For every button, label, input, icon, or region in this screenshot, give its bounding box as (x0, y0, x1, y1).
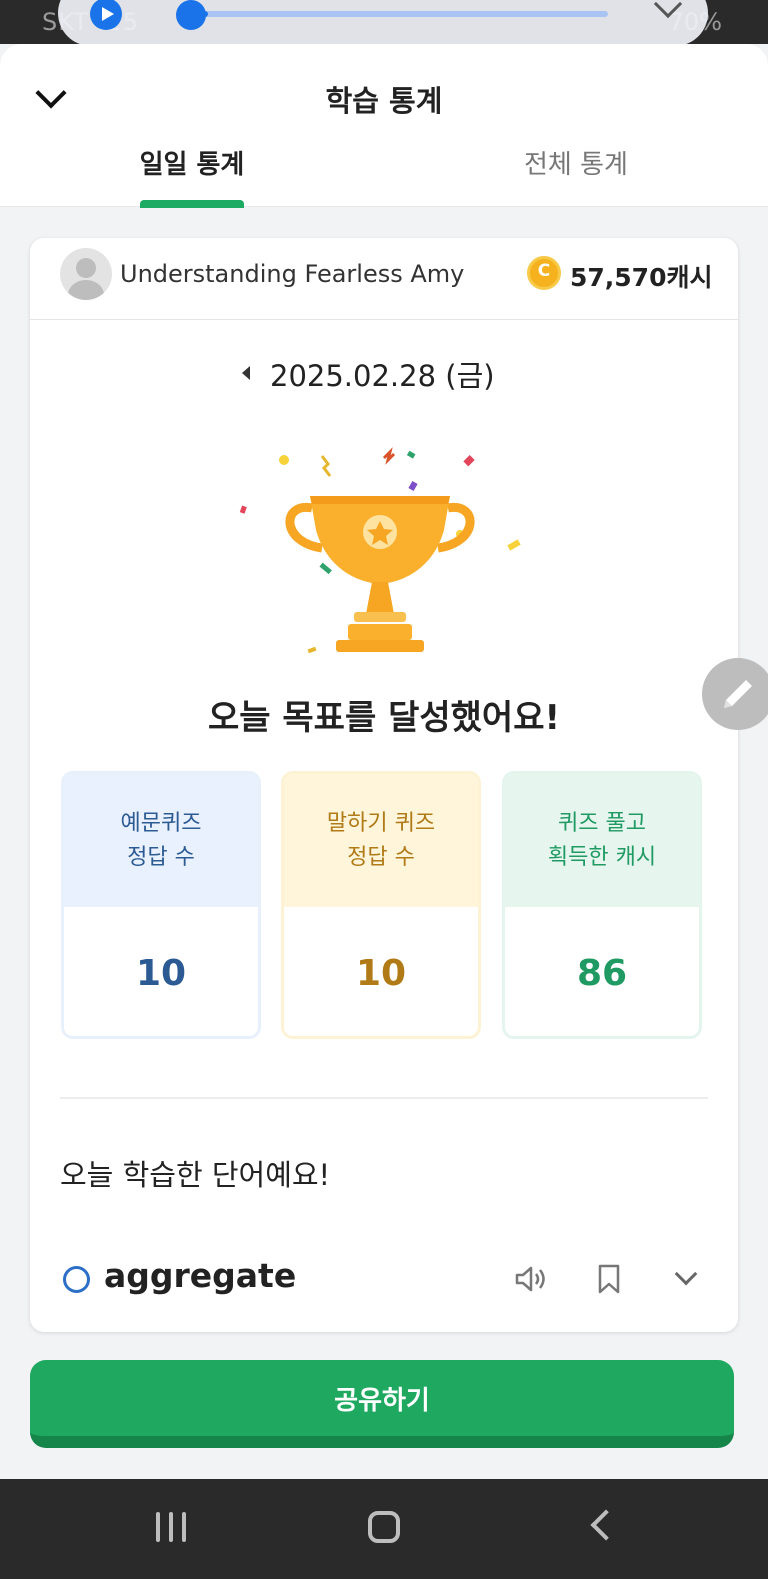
stat-label-line: 획득한 캐시 (547, 844, 657, 870)
expand-chevron-icon[interactable] (674, 1262, 698, 1286)
stat-value: 10 (135, 952, 187, 994)
daily-stats-card: Understanding Fearless Amy 57,570캐시 2025… (30, 238, 738, 1332)
media-progress-thumb[interactable] (176, 0, 206, 30)
word-list-item[interactable]: aggregate (30, 1248, 738, 1310)
page-title: 학습 통계 (325, 84, 443, 118)
tab-total-stats[interactable]: 전체 통계 (476, 144, 676, 181)
trophy-icon (239, 447, 521, 654)
word-status-circle-icon (63, 1266, 90, 1293)
media-progress-track[interactable] (178, 11, 608, 17)
stat-label-line: 예문퀴즈 (120, 810, 202, 836)
stat-value: 86 (576, 952, 628, 994)
divider (60, 1097, 708, 1099)
recents-icon[interactable] (156, 1512, 186, 1542)
words-heading: 오늘 학습한 단어예요! (60, 1158, 331, 1192)
coin-icon (527, 256, 561, 290)
play-icon[interactable] (90, 0, 122, 30)
stat-label: 퀴즈 풀고 획득한 캐시 (505, 774, 699, 907)
profile-name: Understanding Fearless Amy (120, 260, 465, 288)
word-text: aggregate (104, 1256, 297, 1295)
profile-row: Understanding Fearless Amy 57,570캐시 (30, 238, 738, 320)
avatar (60, 248, 112, 300)
sheet-header: 학습 통계 일일 통계 전체 통계 (0, 44, 768, 208)
stat-label-line: 말하기 퀴즈 (326, 810, 436, 836)
bookmark-icon[interactable] (596, 1263, 622, 1295)
pencil-icon[interactable] (702, 658, 768, 730)
tab-active-indicator (140, 200, 244, 208)
back-icon[interactable] (590, 1509, 622, 1541)
home-icon[interactable] (368, 1511, 400, 1543)
stat-value: 10 (355, 952, 407, 994)
tab-daily-stats[interactable]: 일일 통계 (92, 144, 292, 181)
stat-label: 예문퀴즈 정답 수 (64, 774, 258, 907)
media-player (58, 0, 708, 46)
stats-sheet: 학습 통계 일일 통계 전체 통계 Understanding Fearless… (0, 44, 768, 1479)
stat-label-line: 정답 수 (127, 844, 195, 870)
stat-label-line: 퀴즈 풀고 (558, 810, 646, 836)
speaker-icon[interactable] (514, 1264, 548, 1294)
system-nav-bar (0, 1479, 768, 1579)
chevron-down-icon[interactable] (653, 0, 683, 19)
stat-example-quiz: 예문퀴즈 정답 수 10 (61, 771, 261, 1039)
goal-achieved-message: 오늘 목표를 달성했어요! (208, 698, 560, 738)
previous-date-icon[interactable] (242, 366, 250, 380)
stat-speaking-quiz: 말하기 퀴즈 정답 수 10 (281, 771, 481, 1039)
cash-amount: 57,570캐시 (570, 263, 713, 292)
date-label: 2025.02.28 (금) (270, 359, 495, 393)
stat-label: 말하기 퀴즈 정답 수 (284, 774, 478, 907)
stat-label-line: 정답 수 (347, 844, 415, 870)
stat-earned-cash: 퀴즈 풀고 획득한 캐시 86 (502, 771, 702, 1039)
share-button[interactable]: 공유하기 (30, 1360, 734, 1448)
